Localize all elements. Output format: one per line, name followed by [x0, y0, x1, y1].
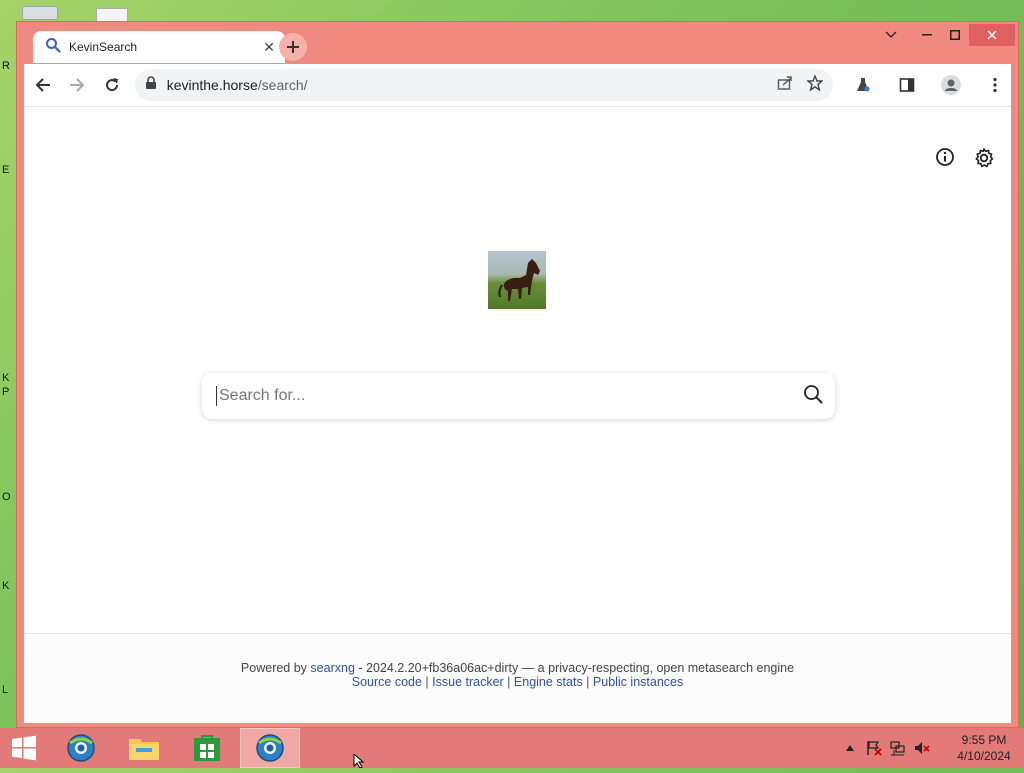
arrow-right-icon — [70, 78, 85, 92]
public-instances-link[interactable]: Public instances — [593, 675, 683, 689]
url-path: /search/ — [257, 77, 308, 93]
info-icon[interactable] — [935, 147, 955, 174]
bookmark-star-icon[interactable] — [806, 73, 824, 96]
mouse-cursor — [353, 752, 365, 773]
footer-credit: Powered by searxng - 2024.2.20+fb36a06ac… — [24, 661, 1011, 675]
issue-tracker-link[interactable]: Issue tracker — [432, 675, 504, 689]
engine-stats-link[interactable]: Engine stats — [514, 675, 583, 689]
desktop-label-fragment: K — [2, 580, 10, 592]
taskbar-browser-active[interactable] — [240, 728, 300, 768]
side-panel-icon — [899, 78, 915, 92]
maximize-button[interactable] — [943, 24, 967, 46]
browser-toolbar: kevinthe.horse/search/ — [24, 64, 1011, 106]
gear-icon[interactable] — [973, 147, 995, 174]
reload-button[interactable] — [96, 69, 126, 101]
browser-globe-icon — [67, 734, 95, 762]
side-panel-button[interactable] — [891, 69, 923, 101]
share-icon[interactable] — [777, 75, 793, 96]
tab-kevinsearch[interactable]: KevinSearch ✕ — [33, 31, 285, 63]
address-bar[interactable]: kevinthe.horse/search/ — [134, 69, 834, 101]
flask-icon — [857, 78, 870, 92]
new-tab-button[interactable] — [279, 33, 307, 61]
network-icon[interactable] — [888, 738, 908, 758]
separator: | — [503, 675, 514, 689]
desktop-icon-recycle[interactable] — [22, 6, 58, 20]
footer-links: Source code | Issue tracker | Engine sta… — [24, 675, 1011, 689]
windows-logo-icon — [12, 735, 36, 761]
forward-button[interactable] — [62, 69, 92, 101]
taskbar-browser-app[interactable] — [51, 728, 111, 768]
folder-icon — [129, 739, 159, 760]
url-text[interactable]: kevinthe.horse/search/ — [167, 77, 777, 93]
tab-title: KevinSearch — [69, 40, 138, 54]
labs-flask-button[interactable] — [847, 69, 879, 101]
desktop-label-fragment: O — [2, 491, 11, 503]
close-icon — [987, 30, 997, 40]
reload-icon — [105, 78, 118, 92]
taskbar-file-explorer[interactable] — [114, 728, 174, 768]
store-icon — [194, 735, 220, 761]
taskbar-clock[interactable]: 9:55 PM 4/10/2024 — [944, 732, 1024, 764]
window-close-button[interactable] — [969, 24, 1015, 46]
search-icon — [45, 37, 61, 58]
search-input[interactable] — [216, 386, 803, 406]
powered-by-text: Powered by — [240, 661, 307, 675]
horse-image — [498, 259, 540, 301]
arrow-left-icon — [35, 78, 51, 92]
desktop-label-fragment: K — [2, 372, 10, 384]
lock-icon[interactable] — [145, 75, 157, 95]
back-button[interactable] — [28, 69, 58, 101]
menu-button[interactable] — [979, 69, 1011, 101]
taskbar: 9:55 PM 4/10/2024 — [0, 728, 1024, 768]
chevron-down-icon — [885, 31, 897, 38]
close-tab-icon[interactable]: ✕ — [263, 39, 275, 56]
page-footer: Powered by searxng - 2024.2.20+fb36a06ac… — [24, 633, 1011, 723]
search-submit-icon[interactable] — [803, 384, 823, 409]
searxng-link[interactable]: searxng — [310, 661, 354, 675]
desktop-label-fragment: R — [2, 60, 10, 72]
version-text: - 2024.2.20+fb36a06ac+dirty — a privacy-… — [354, 661, 795, 675]
plus-icon — [287, 41, 299, 53]
browser-globe-icon — [256, 734, 284, 762]
action-center-flag-icon[interactable] — [864, 738, 884, 758]
source-code-link[interactable]: Source code — [352, 675, 422, 689]
volume-muted-icon[interactable] — [912, 738, 932, 758]
separator: | — [421, 675, 433, 689]
avatar-icon — [941, 75, 962, 95]
clock-time: 9:55 PM — [961, 733, 1007, 747]
system-tray: 9:55 PM 4/10/2024 — [840, 728, 1024, 768]
tab-search-button[interactable] — [879, 24, 903, 46]
separator: | — [582, 675, 593, 689]
desktop-icon-notepad[interactable] — [96, 8, 128, 22]
minimize-button[interactable] — [915, 24, 939, 46]
kebab-menu-icon — [993, 77, 997, 93]
search-bar[interactable] — [202, 373, 835, 419]
desktop-label-fragment: P — [2, 386, 10, 398]
title-bar[interactable]: KevinSearch ✕ — [17, 22, 1018, 63]
desktop-label-fragment: L — [2, 684, 9, 696]
desktop-label-fragment: E — [2, 164, 10, 176]
start-button[interactable] — [0, 728, 48, 768]
taskbar-store[interactable] — [177, 728, 237, 768]
page-content: Powered by searxng - 2024.2.20+fb36a06ac… — [24, 106, 1011, 723]
profile-button[interactable] — [935, 69, 967, 101]
browser-window: KevinSearch ✕ kevinthe.horse/search/ Sea… — [16, 21, 1019, 728]
show-hidden-icons-icon[interactable] — [840, 738, 860, 758]
clock-date: 4/10/2024 — [957, 749, 1011, 763]
site-logo[interactable] — [488, 251, 546, 309]
url-host: kevinthe.horse — [166, 77, 258, 93]
